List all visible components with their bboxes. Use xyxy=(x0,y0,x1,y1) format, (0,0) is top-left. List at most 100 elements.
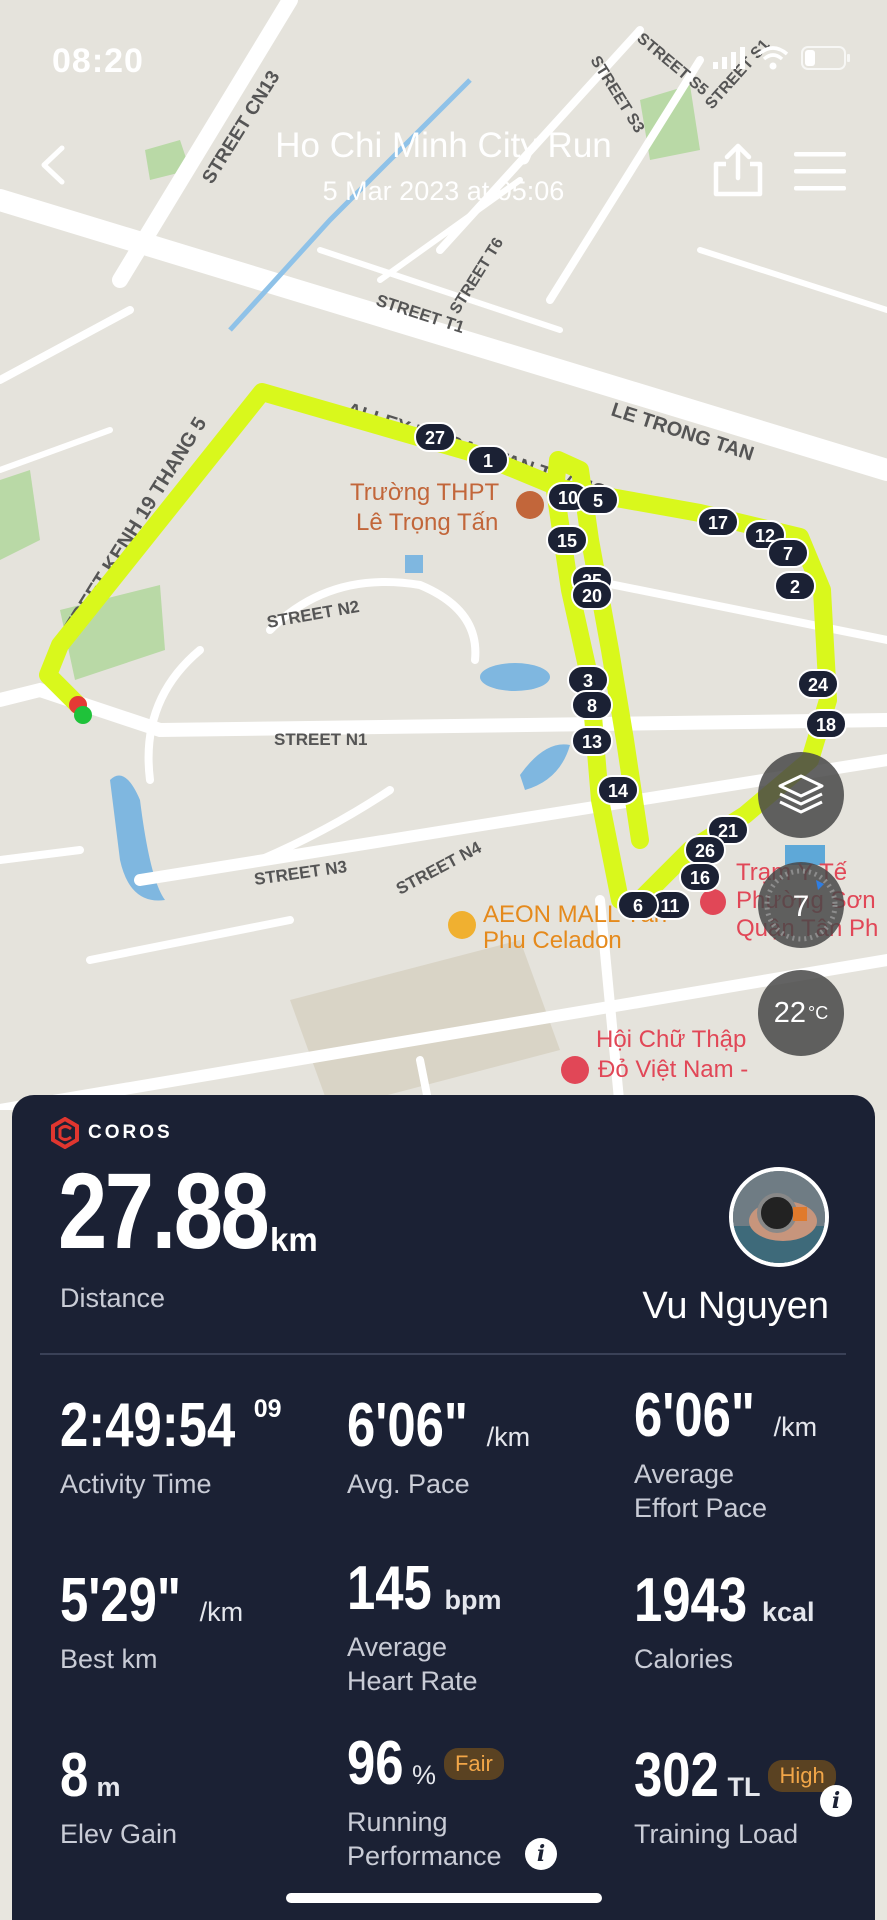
water xyxy=(405,555,423,573)
running-performance-info-icon[interactable]: i xyxy=(525,1838,557,1870)
activity-time-label: Activity Time xyxy=(60,1469,212,1499)
svg-text:26: 26 xyxy=(695,841,715,861)
svg-text:15: 15 xyxy=(557,531,577,551)
avg-pace-unit: /km xyxy=(486,1422,531,1452)
avg-pace-value: 6'06" xyxy=(347,1391,469,1460)
svg-text:7: 7 xyxy=(783,544,793,564)
km-marker: 6 xyxy=(617,890,659,920)
hospital-icon xyxy=(561,1056,589,1084)
svg-text:Trường THPT: Trường THPT xyxy=(350,479,499,506)
temperature-unit: °C xyxy=(808,1002,829,1023)
km-marker: 8 xyxy=(571,690,613,720)
svg-text:18: 18 xyxy=(816,715,836,735)
svg-text:11: 11 xyxy=(660,896,679,916)
stat-best-km: 5'29" /km Best km xyxy=(60,1570,310,1676)
coros-logo-icon xyxy=(51,1117,79,1149)
calories-label: Calories xyxy=(634,1644,734,1674)
start-marker xyxy=(74,706,92,724)
svg-text:17: 17 xyxy=(708,513,728,533)
svg-text:20: 20 xyxy=(582,586,602,606)
svg-text:Hội Chữ Thập: Hội Chữ Thập xyxy=(596,1026,746,1053)
calories-unit: kcal xyxy=(761,1597,815,1627)
svg-text:27: 27 xyxy=(425,428,445,448)
elev-gain-unit: m xyxy=(96,1772,121,1802)
svg-text:Đỏ Việt Nam -: Đỏ Việt Nam - xyxy=(598,1056,748,1083)
km-marker: 27 xyxy=(414,422,456,452)
km-marker: 1 xyxy=(467,445,509,475)
svg-text:7: 7 xyxy=(793,890,810,923)
brand: COROS xyxy=(50,1117,173,1149)
best-km-value: 5'29" xyxy=(60,1566,182,1635)
svg-text:10: 10 xyxy=(558,488,578,508)
svg-text:6: 6 xyxy=(633,896,643,916)
training-load-unit: TL xyxy=(727,1772,761,1802)
best-km-label: Best km xyxy=(60,1644,158,1674)
running-performance-value: 96 xyxy=(347,1729,404,1798)
training-load-info-icon[interactable]: i xyxy=(820,1785,852,1817)
stat-running-performance: 96 % Fair Running Performance xyxy=(347,1733,617,1873)
user-name: Vu Nguyen xyxy=(642,1285,829,1327)
header: Ho Chi Minh City Run 5 Mar 2023 at 05:06 xyxy=(0,120,887,220)
stat-effort-pace: 6'06" /km Average Effort Pace xyxy=(634,1385,884,1525)
avatar[interactable] xyxy=(729,1167,829,1267)
mall-icon xyxy=(448,911,476,939)
running-performance-unit: % xyxy=(411,1760,436,1790)
svg-text:STREET N1: STREET N1 xyxy=(274,730,368,749)
svg-text:3: 3 xyxy=(583,671,593,691)
km-marker: 20 xyxy=(571,580,613,610)
share-button[interactable] xyxy=(708,140,768,200)
calories-value: 1943 xyxy=(634,1566,748,1635)
heart-rate-value: 145 xyxy=(347,1554,432,1623)
heart-rate-unit: bpm xyxy=(444,1585,502,1615)
km-marker: 13 xyxy=(571,726,613,756)
distance-unit: km xyxy=(270,1221,318,1258)
water xyxy=(480,663,550,691)
svg-text:2: 2 xyxy=(790,577,800,597)
signal-icon xyxy=(713,47,745,69)
elev-gain-value: 8 xyxy=(60,1741,89,1810)
svg-text:13: 13 xyxy=(582,732,602,752)
svg-text:5: 5 xyxy=(593,491,603,511)
effort-pace-unit: /km xyxy=(773,1412,818,1442)
stat-calories: 1943 kcal Calories xyxy=(634,1570,884,1676)
menu-button[interactable] xyxy=(792,148,848,194)
km-marker: 18 xyxy=(805,709,847,739)
km-marker: 2 xyxy=(774,571,816,601)
brand-name: COROS xyxy=(88,1122,173,1143)
svg-text:24: 24 xyxy=(808,675,828,695)
activity-time-value: 2:49:54 xyxy=(60,1391,236,1460)
effort-pace-value: 6'06" xyxy=(634,1381,756,1450)
wifi-icon xyxy=(757,46,789,70)
svg-text:Lê Trọng Tấn: Lê Trọng Tấn xyxy=(356,509,498,536)
compass-icon: 7 xyxy=(764,868,838,942)
svg-text:1: 1 xyxy=(483,451,493,471)
temperature-badge[interactable]: 22 °C xyxy=(758,970,844,1056)
wind-compass[interactable]: 7 xyxy=(758,862,844,948)
distance-value: 27.88 xyxy=(58,1150,270,1271)
divider xyxy=(40,1353,846,1355)
effort-pace-label: Average Effort Pace xyxy=(634,1459,768,1523)
elev-gain-label: Elev Gain xyxy=(60,1819,178,1849)
running-performance-label: Running Performance xyxy=(347,1807,502,1871)
map-layers-button[interactable] xyxy=(758,752,844,838)
home-indicator[interactable] xyxy=(286,1893,602,1903)
km-marker: 15 xyxy=(546,525,588,555)
km-marker: 5 xyxy=(577,485,619,515)
school-icon xyxy=(516,491,544,519)
svg-text:16: 16 xyxy=(690,868,710,888)
temperature-value: 22 xyxy=(773,996,807,1029)
status-icons xyxy=(713,46,851,70)
training-load-value: 302 xyxy=(634,1741,719,1810)
layers-icon xyxy=(778,774,824,814)
svg-text:8: 8 xyxy=(587,696,597,716)
km-marker: 26 xyxy=(684,835,726,865)
avg-pace-label: Avg. Pace xyxy=(347,1469,470,1499)
summary-card: COROS 27.88 km Distance Vu Nguyen 2:49:5… xyxy=(12,1095,875,1920)
best-km-unit: /km xyxy=(199,1597,244,1627)
stat-elev-gain: 8 m Elev Gain xyxy=(60,1745,310,1851)
svg-text:14: 14 xyxy=(608,781,628,801)
km-marker: 14 xyxy=(597,775,639,805)
stat-heart-rate: 145 bpm Average Heart Rate xyxy=(347,1558,597,1698)
stat-avg-pace: 6'06" /km Avg. Pace xyxy=(347,1395,597,1501)
svg-text:21: 21 xyxy=(718,821,738,841)
